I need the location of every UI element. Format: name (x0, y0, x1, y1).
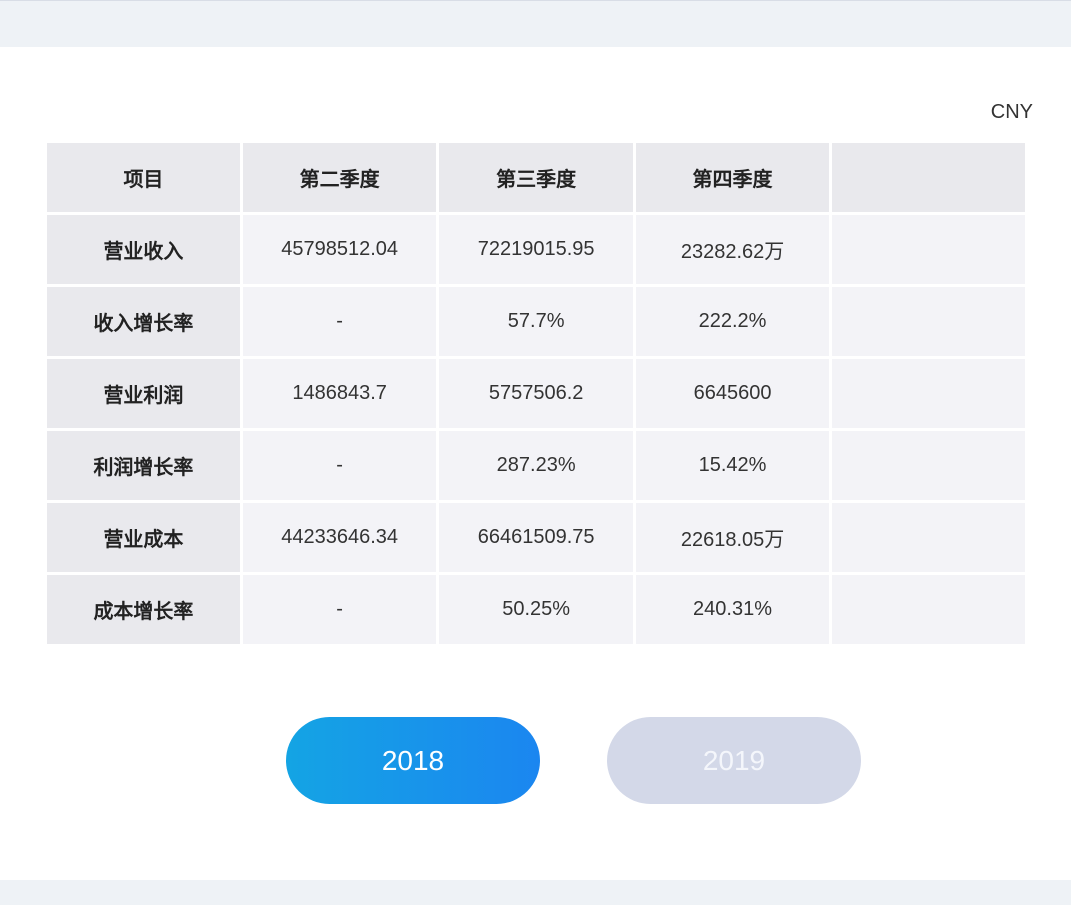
cell-empty (832, 431, 1025, 500)
year-2019-button[interactable]: 2019 (607, 717, 861, 804)
financial-summary-page: CNY 项目 第二季度 第三季度 第四季度 营业收入 45798512.04 7… (0, 0, 1071, 905)
table-header-row: 项目 第二季度 第三季度 第四季度 (47, 143, 1025, 212)
cell-empty (832, 575, 1025, 644)
footer-bar (0, 880, 1071, 905)
currency-label: CNY (990, 101, 1033, 123)
cell-empty (832, 287, 1025, 356)
cell-empty (832, 215, 1025, 284)
table-row: 营业收入 45798512.04 72219015.95 23282.62万 (47, 215, 1025, 284)
table-row: 营业利润 1486843.7 5757506.2 6645600 (47, 359, 1025, 428)
table-row: 收入增长率 - 57.7% 222.2% (47, 287, 1025, 356)
cell-empty (832, 359, 1025, 428)
cell-q4: 6645600 (635, 359, 830, 428)
row-label: 营业收入 (47, 215, 240, 284)
header-q2: 第二季度 (242, 143, 437, 212)
cell-q3: 287.23% (439, 431, 633, 500)
cell-q4: 222.2% (635, 287, 830, 356)
cell-q2: - (242, 287, 437, 356)
cell-q2: 1486843.7 (242, 359, 437, 428)
cell-q4: 22618.05万 (635, 503, 830, 572)
year-2018-button[interactable]: 2018 (286, 717, 540, 804)
row-label: 利润增长率 (47, 431, 240, 500)
cell-q2: 45798512.04 (242, 215, 437, 284)
header-empty (832, 143, 1025, 212)
cell-q3: 50.25% (439, 575, 633, 644)
header-bar (0, 0, 1071, 47)
row-label: 营业成本 (47, 503, 240, 572)
table-row: 利润增长率 - 287.23% 15.42% (47, 431, 1025, 500)
cell-q3: 5757506.2 (439, 359, 633, 428)
row-label: 收入增长率 (47, 287, 240, 356)
cell-q4: 15.42% (635, 431, 830, 500)
header-q3: 第三季度 (439, 143, 633, 212)
table-row: 成本增长率 - 50.25% 240.31% (47, 575, 1025, 644)
header-item: 项目 (47, 143, 240, 212)
cell-q3: 66461509.75 (439, 503, 633, 572)
financial-table: 项目 第二季度 第三季度 第四季度 营业收入 45798512.04 72219… (44, 140, 1028, 647)
cell-q3: 57.7% (439, 287, 633, 356)
cell-q2: - (242, 431, 437, 500)
cell-q2: - (242, 575, 437, 644)
cell-q2: 44233646.34 (242, 503, 437, 572)
cell-q4: 240.31% (635, 575, 830, 644)
cell-q4: 23282.62万 (635, 215, 830, 284)
cell-empty (832, 503, 1025, 572)
row-label: 营业利润 (47, 359, 240, 428)
row-label: 成本增长率 (47, 575, 240, 644)
table-row: 营业成本 44233646.34 66461509.75 22618.05万 (47, 503, 1025, 572)
cell-q3: 72219015.95 (439, 215, 633, 284)
header-q4: 第四季度 (635, 143, 830, 212)
